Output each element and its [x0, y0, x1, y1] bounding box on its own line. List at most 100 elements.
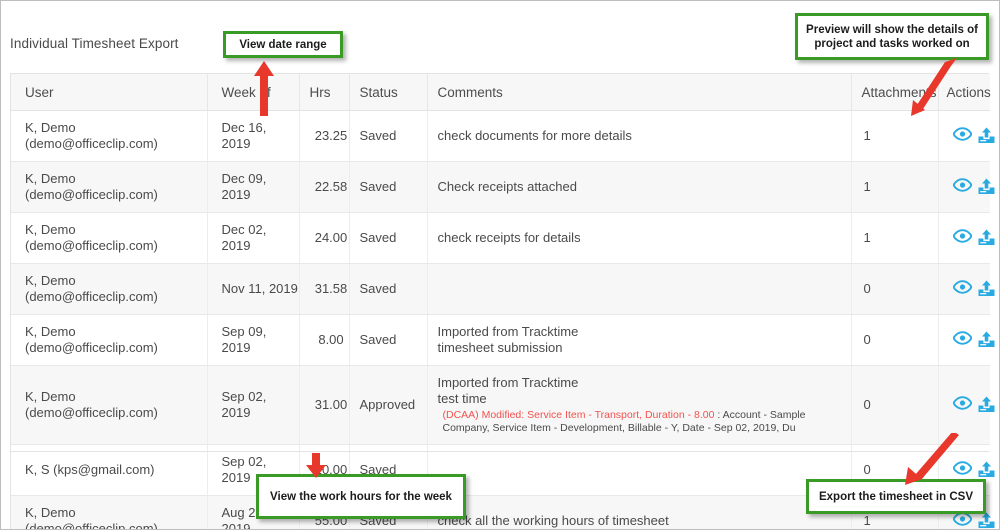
- timesheet-export-page: Individual Timesheet Export User Week of…: [1, 1, 999, 529]
- cell-week-of: Dec 09, 2019: [207, 161, 300, 213]
- table-header: User Week of Hrs Status Comments Attachm…: [11, 74, 991, 111]
- cell-user: K, Demo (demo@officeclip.com): [11, 161, 208, 213]
- comment-line-1: check documents for more details: [437, 128, 632, 143]
- cell-actions: [938, 161, 994, 213]
- column-header-status[interactable]: Status: [349, 74, 428, 111]
- preview-eye-icon[interactable]: [952, 331, 973, 349]
- callout-date-range-label: View date range: [239, 38, 327, 51]
- table-row[interactable]: K, Demo (demo@officeclip.com) Dec 09, 201…: [11, 161, 994, 213]
- preview-eye-icon[interactable]: [952, 461, 973, 479]
- cell-user: K, Demo (demo@officeclip.com): [11, 495, 208, 529]
- cell-hrs: 31.00: [299, 365, 350, 445]
- cell-comments: Imported from Tracktime test time (DCAA) M…: [427, 365, 852, 445]
- table-row[interactable]: K, Demo (demo@officeclip.com) Sep 02, 201…: [11, 365, 994, 445]
- callout-export-csv: Export the timesheet in CSV: [806, 479, 986, 514]
- cell-user: K, Demo (demo@officeclip.com): [11, 314, 208, 366]
- cell-hrs: 23.25: [299, 110, 350, 162]
- cell-user: K, S (kps@gmail.com): [11, 444, 208, 496]
- export-upload-icon[interactable]: [977, 512, 997, 529]
- cell-actions: [938, 365, 994, 445]
- preview-eye-icon[interactable]: [952, 127, 973, 145]
- export-upload-icon[interactable]: [977, 127, 997, 145]
- export-upload-icon[interactable]: [977, 461, 997, 479]
- preview-eye-icon[interactable]: [952, 178, 973, 196]
- table-row[interactable]: K, Demo (demo@officeclip.com) Sep 09, 201…: [11, 314, 994, 366]
- export-upload-icon[interactable]: [977, 280, 997, 298]
- preview-eye-icon[interactable]: [952, 512, 973, 529]
- cell-actions: [938, 314, 994, 366]
- comment-line-1: Imported from Tracktime: [437, 324, 579, 339]
- cell-status: Saved: [349, 161, 428, 213]
- callout-work-hours-label: View the work hours for the week: [270, 490, 452, 503]
- comment-line-1: Imported from Tracktime: [437, 375, 579, 390]
- cell-actions: [938, 263, 994, 315]
- cell-hrs: 8.00: [299, 314, 350, 366]
- comment-line-2: timesheet submission: [437, 340, 563, 355]
- cell-comments: check receipts for details: [427, 212, 852, 264]
- dcaa-modified-text: (DCAA) Modified: Service Item - Transpor…: [442, 409, 715, 421]
- column-header-attachments[interactable]: Attachments: [851, 74, 939, 111]
- cell-attachments: 1: [851, 110, 939, 162]
- cell-user: K, Demo (demo@officeclip.com): [11, 110, 208, 162]
- cell-attachments: 1: [851, 161, 939, 213]
- callout-preview-label: Preview will show the details of project…: [806, 23, 978, 50]
- cell-hrs: 31.58: [299, 263, 350, 315]
- export-upload-icon[interactable]: [977, 396, 997, 414]
- page-title: Individual Timesheet Export: [10, 36, 179, 51]
- cell-week-of: Dec 16, 2019: [207, 110, 300, 162]
- cell-status: Saved: [349, 212, 428, 264]
- cell-attachments: 0: [851, 314, 939, 366]
- column-header-week-of[interactable]: Week of: [207, 74, 300, 111]
- timesheet-table: User Week of Hrs Status Comments Attachm…: [11, 74, 994, 529]
- cell-comments: Check receipts attached: [427, 161, 852, 213]
- table-bottom-divider: [10, 451, 989, 452]
- cell-hrs: 24.00: [299, 212, 350, 264]
- cell-status: Approved: [349, 365, 428, 445]
- column-header-hrs[interactable]: Hrs: [299, 74, 350, 111]
- cell-comments: check documents for more details: [427, 110, 852, 162]
- callout-view-work-hours: View the work hours for the week: [256, 474, 466, 519]
- cell-comments: [427, 444, 852, 496]
- export-upload-icon[interactable]: [977, 331, 997, 349]
- preview-eye-icon[interactable]: [952, 280, 973, 298]
- callout-preview-details: Preview will show the details of project…: [795, 13, 989, 60]
- cell-user: K, Demo (demo@officeclip.com): [11, 212, 208, 264]
- preview-eye-icon[interactable]: [952, 396, 973, 414]
- preview-eye-icon[interactable]: [952, 229, 973, 247]
- comment-line-2: test time: [437, 391, 487, 406]
- cell-attachments: 0: [851, 365, 939, 445]
- cell-attachments: 0: [851, 263, 939, 315]
- comment-line-1: check receipts for details: [437, 230, 581, 245]
- cell-status: Saved: [349, 263, 428, 315]
- table-row[interactable]: K, Demo (demo@officeclip.com) Dec 16, 201…: [11, 110, 994, 162]
- cell-comments: check all the working hours of timesheet: [427, 495, 852, 529]
- cell-comments: Imported from Tracktime timesheet submiss…: [427, 314, 852, 366]
- cell-comments: [427, 263, 852, 315]
- cell-attachments: 1: [851, 212, 939, 264]
- comment-line-1: check all the working hours of timesheet: [437, 513, 669, 528]
- cell-week-of: Sep 09, 2019: [207, 314, 300, 366]
- comment-dcaa-note: (DCAA) Modified: Service Item - Transpor…: [438, 409, 851, 435]
- callout-view-date-range: View date range: [223, 31, 343, 58]
- cell-status: Saved: [349, 314, 428, 366]
- column-header-actions[interactable]: Actions: [938, 74, 991, 111]
- export-upload-icon[interactable]: [977, 229, 997, 247]
- cell-week-of: Dec 02, 2019: [207, 212, 300, 264]
- callout-export-csv-label: Export the timesheet in CSV: [818, 490, 973, 503]
- cell-week-of: Sep 02, 2019: [207, 365, 300, 445]
- table-header-row: User Week of Hrs Status Comments Attachm…: [11, 74, 991, 111]
- cell-status: Saved: [349, 110, 428, 162]
- column-header-comments[interactable]: Comments: [427, 74, 852, 111]
- timesheet-table-container: User Week of Hrs Status Comments Attachm…: [10, 73, 994, 529]
- column-header-user[interactable]: User: [11, 74, 208, 111]
- cell-week-of: Nov 11, 2019: [207, 263, 300, 315]
- cell-actions: [938, 212, 994, 264]
- table-row[interactable]: K, Demo (demo@officeclip.com) Dec 02, 201…: [11, 212, 994, 264]
- table-body: K, Demo (demo@officeclip.com) Dec 16, 201…: [11, 110, 994, 529]
- table-row[interactable]: K, Demo (demo@officeclip.com) Nov 11, 201…: [11, 263, 994, 315]
- cell-user: K, Demo (demo@officeclip.com): [11, 263, 208, 315]
- export-upload-icon[interactable]: [977, 178, 997, 196]
- cell-user: K, Demo (demo@officeclip.com): [11, 365, 208, 445]
- cell-actions: [938, 110, 994, 162]
- comment-line-1: Check receipts attached: [437, 179, 577, 194]
